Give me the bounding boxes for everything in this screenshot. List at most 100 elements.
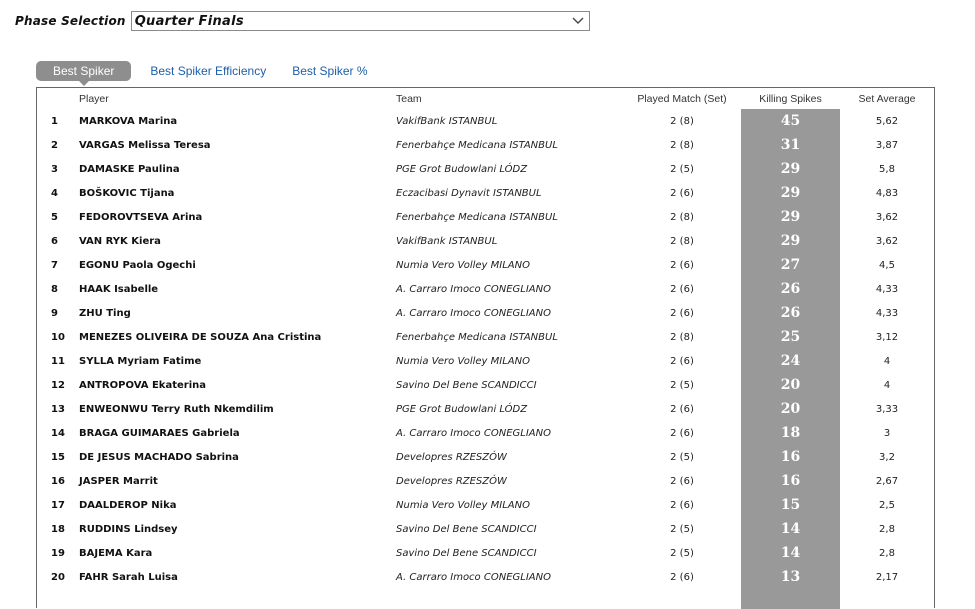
- row-killing-spikes: 15: [780, 497, 801, 513]
- row-set-average: 4,33: [875, 307, 899, 319]
- row-killing-spikes: 14: [780, 521, 801, 537]
- row-set-average: 3,12: [875, 331, 899, 343]
- row-rank: 16: [51, 475, 65, 487]
- row-killing-spikes: 29: [780, 161, 801, 177]
- row-played: 2 (6): [670, 259, 694, 271]
- row-played: 2 (6): [670, 427, 694, 439]
- row-rank: 5: [51, 211, 58, 223]
- phase-selection: Phase Selection Quarter Finals: [15, 11, 590, 31]
- row-player: VAN RYK Kiera: [79, 235, 161, 247]
- row-killing-spikes: 24: [780, 353, 801, 369]
- row-player: EGONU Paola Ogechi: [79, 259, 196, 271]
- row-played: 2 (5): [670, 451, 694, 463]
- row-player: HAAK Isabelle: [79, 283, 159, 295]
- row-team: Developres RZESZÓW: [396, 475, 507, 487]
- table-row: 9 ZHU Ting A. Carraro Imoco CONEGLIANO 2…: [37, 301, 934, 325]
- row-player: BAJEMA Kara: [79, 547, 153, 559]
- row-set-average: 2,17: [875, 571, 899, 583]
- row-played: 2 (5): [670, 379, 694, 391]
- row-player: ZHU Ting: [79, 307, 131, 319]
- table-row: 14 BRAGA GUIMARAES Gabriela A. Carraro I…: [37, 421, 934, 445]
- row-player: DAALDEROP Nika: [79, 499, 177, 511]
- row-set-average: 2,8: [879, 547, 895, 559]
- header-team: Team: [396, 93, 422, 105]
- row-team: Fenerbahçe Medicana ISTANBUL: [396, 139, 558, 151]
- row-killing-spikes: 16: [780, 473, 801, 489]
- row-team: A. Carraro Imoco CONEGLIANO: [396, 283, 551, 295]
- row-killing-spikes: 31: [780, 137, 801, 153]
- row-played: 2 (5): [670, 163, 694, 175]
- row-killing-spikes: 29: [780, 185, 801, 201]
- row-set-average: 4: [883, 379, 891, 391]
- row-team: A. Carraro Imoco CONEGLIANO: [396, 427, 551, 439]
- row-set-average: 4: [883, 355, 891, 367]
- row-rank: 20: [51, 571, 65, 583]
- table-row: 20 FAHR Sarah Luisa A. Carraro Imoco CON…: [37, 565, 934, 589]
- row-set-average: 4,33: [875, 283, 899, 295]
- row-played: 2 (6): [670, 499, 694, 511]
- row-set-average: 3: [883, 427, 891, 439]
- row-team: Eczacibasi Dynavit ISTANBUL: [396, 187, 542, 199]
- table-row: 16 JASPER Marrit Developres RZESZÓW 2 (6…: [37, 469, 934, 493]
- row-played: 2 (6): [670, 571, 694, 583]
- row-rank: 3: [51, 163, 58, 175]
- table-row: 5 FEDOROVTSEVA Arina Fenerbahçe Medicana…: [37, 205, 934, 229]
- tab-best-spiker-efficiency[interactable]: Best Spiker Efficiency: [150, 64, 266, 78]
- table-row: 7 EGONU Paola Ogechi Numia Vero Volley M…: [37, 253, 934, 277]
- chevron-down-icon: [571, 14, 585, 28]
- row-team: Savino Del Bene SCANDICCI: [396, 547, 537, 559]
- row-rank: 17: [51, 499, 65, 511]
- row-killing-spikes: 20: [780, 401, 801, 417]
- table-row: 18 RUDDINS Lindsey Savino Del Bene SCAND…: [37, 517, 934, 541]
- row-player: MARKOVA Marina: [79, 115, 178, 127]
- table-row: 3 DAMASKE Paulina PGE Grot Budowlani LÓD…: [37, 157, 934, 181]
- row-player: DE JESUS MACHADO Sabrina: [79, 451, 239, 463]
- row-team: Numia Vero Volley MILANO: [396, 355, 530, 367]
- row-killing-spikes: 45: [780, 113, 801, 129]
- row-killing-spikes: 27: [780, 257, 801, 273]
- row-player: RUDDINS Lindsey: [79, 523, 178, 535]
- row-set-average: 3,33: [875, 403, 899, 415]
- row-rank: 10: [51, 331, 65, 343]
- row-killing-spikes: 26: [780, 281, 801, 297]
- row-rank: 15: [51, 451, 65, 463]
- row-killing-spikes: 29: [780, 233, 801, 249]
- row-team: Fenerbahçe Medicana ISTANBUL: [396, 211, 558, 223]
- row-team: Numia Vero Volley MILANO: [396, 259, 530, 271]
- header-played-match: Played Match (Set): [637, 93, 727, 105]
- row-rank: 2: [51, 139, 58, 151]
- row-player: MENEZES OLIVEIRA DE SOUZA Ana Cristina: [79, 331, 322, 343]
- row-played: 2 (8): [670, 139, 694, 151]
- row-team: A. Carraro Imoco CONEGLIANO: [396, 307, 551, 319]
- row-set-average: 3,2: [879, 451, 895, 463]
- row-played: 2 (6): [670, 355, 694, 367]
- tab-best-spiker[interactable]: Best Spiker: [36, 61, 132, 86]
- row-played: 2 (8): [670, 331, 694, 343]
- row-played: 2 (8): [670, 115, 694, 127]
- row-played: 2 (8): [670, 235, 694, 247]
- row-team: Savino Del Bene SCANDICCI: [396, 379, 537, 391]
- row-player: VARGAS Melissa Teresa: [79, 139, 211, 151]
- row-team: VakifBank ISTANBUL: [396, 115, 498, 127]
- row-rank: 6: [51, 235, 58, 247]
- phase-selection-label: Phase Selection: [15, 14, 126, 28]
- row-killing-spikes: 18: [780, 425, 801, 441]
- row-player: BOŠKOVIC Tijana: [79, 187, 175, 199]
- row-set-average: 3,87: [875, 139, 899, 151]
- row-rank: 19: [51, 547, 65, 559]
- row-team: PGE Grot Budowlani LÓDZ: [396, 403, 528, 415]
- row-played: 2 (6): [670, 403, 694, 415]
- row-team: Numia Vero Volley MILANO: [396, 499, 530, 511]
- tab-best-spiker-percent[interactable]: Best Spiker %: [292, 64, 367, 78]
- table-row: 1 MARKOVA Marina VakifBank ISTANBUL 2 (8…: [37, 109, 934, 133]
- row-player: SYLLA Myriam Fatime: [79, 355, 202, 367]
- table-row: 17 DAALDEROP Nika Numia Vero Volley MILA…: [37, 493, 934, 517]
- row-team: PGE Grot Budowlani LÓDZ: [396, 163, 528, 175]
- phase-select-value: Quarter Finals: [134, 13, 244, 29]
- phase-select-dropdown[interactable]: Quarter Finals: [130, 11, 590, 31]
- row-set-average: 5,62: [875, 115, 899, 127]
- row-played: 2 (6): [670, 283, 694, 295]
- row-played: 2 (8): [670, 211, 694, 223]
- table-header: Player Team Played Match (Set) Killing S…: [37, 88, 934, 110]
- row-rank: 18: [51, 523, 65, 535]
